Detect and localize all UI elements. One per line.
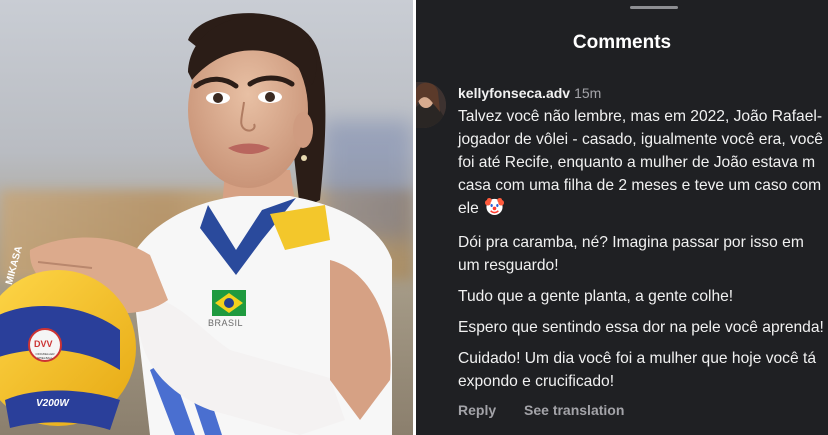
- clown-face-icon: [485, 197, 505, 223]
- comment-timestamp: 15m: [574, 85, 602, 101]
- ball-seal-label: DVV: [34, 339, 53, 349]
- comment-paragraph-text: Talvez você não lembre, mas em 2022, Joã…: [458, 108, 823, 217]
- ball-model-label: V200W: [36, 398, 69, 409]
- comment-body: Talvez você não lembre, mas em 2022, Joã…: [458, 105, 826, 393]
- sheet-title: Comments: [572, 32, 672, 53]
- reply-button[interactable]: Reply: [458, 402, 496, 418]
- player-illustration: [0, 13, 392, 435]
- comment-paragraph: Tudo que a gente planta, a gente colhe!: [458, 288, 734, 305]
- comment-paragraph: Cuidado! Um dia você foi a mulher que ho…: [458, 350, 816, 390]
- avatar[interactable]: [416, 82, 446, 128]
- comment-paragraph: Talvez você não lembre, mas em 2022, Joã…: [458, 105, 826, 223]
- sheet-drag-handle[interactable]: [630, 6, 678, 9]
- comment-paragraph: Dói pra caramba, né? Imagina passar por …: [458, 234, 804, 274]
- comment-paragraph: Espero que sentindo essa dor na pele voc…: [458, 319, 824, 336]
- comments-sheet: Comments kellyfonseca.adv 15m Talvez você…: [416, 0, 828, 435]
- comment-username[interactable]: kellyfonseca.adv: [458, 85, 570, 101]
- jersey-country-label: BRASIL: [208, 318, 244, 328]
- comment-header: kellyfonseca.adv 15m: [458, 85, 601, 101]
- see-translation-button[interactable]: See translation: [524, 402, 624, 418]
- ball-seal-sublabel: OFFIZIELLER SPIELBALL: [35, 352, 55, 360]
- comment-actions: Reply See translation: [458, 402, 648, 418]
- player-photo: MIKASA DVV OFFIZIELLER SPIELBALL V200W B…: [0, 0, 413, 435]
- avatar-image: [416, 82, 446, 128]
